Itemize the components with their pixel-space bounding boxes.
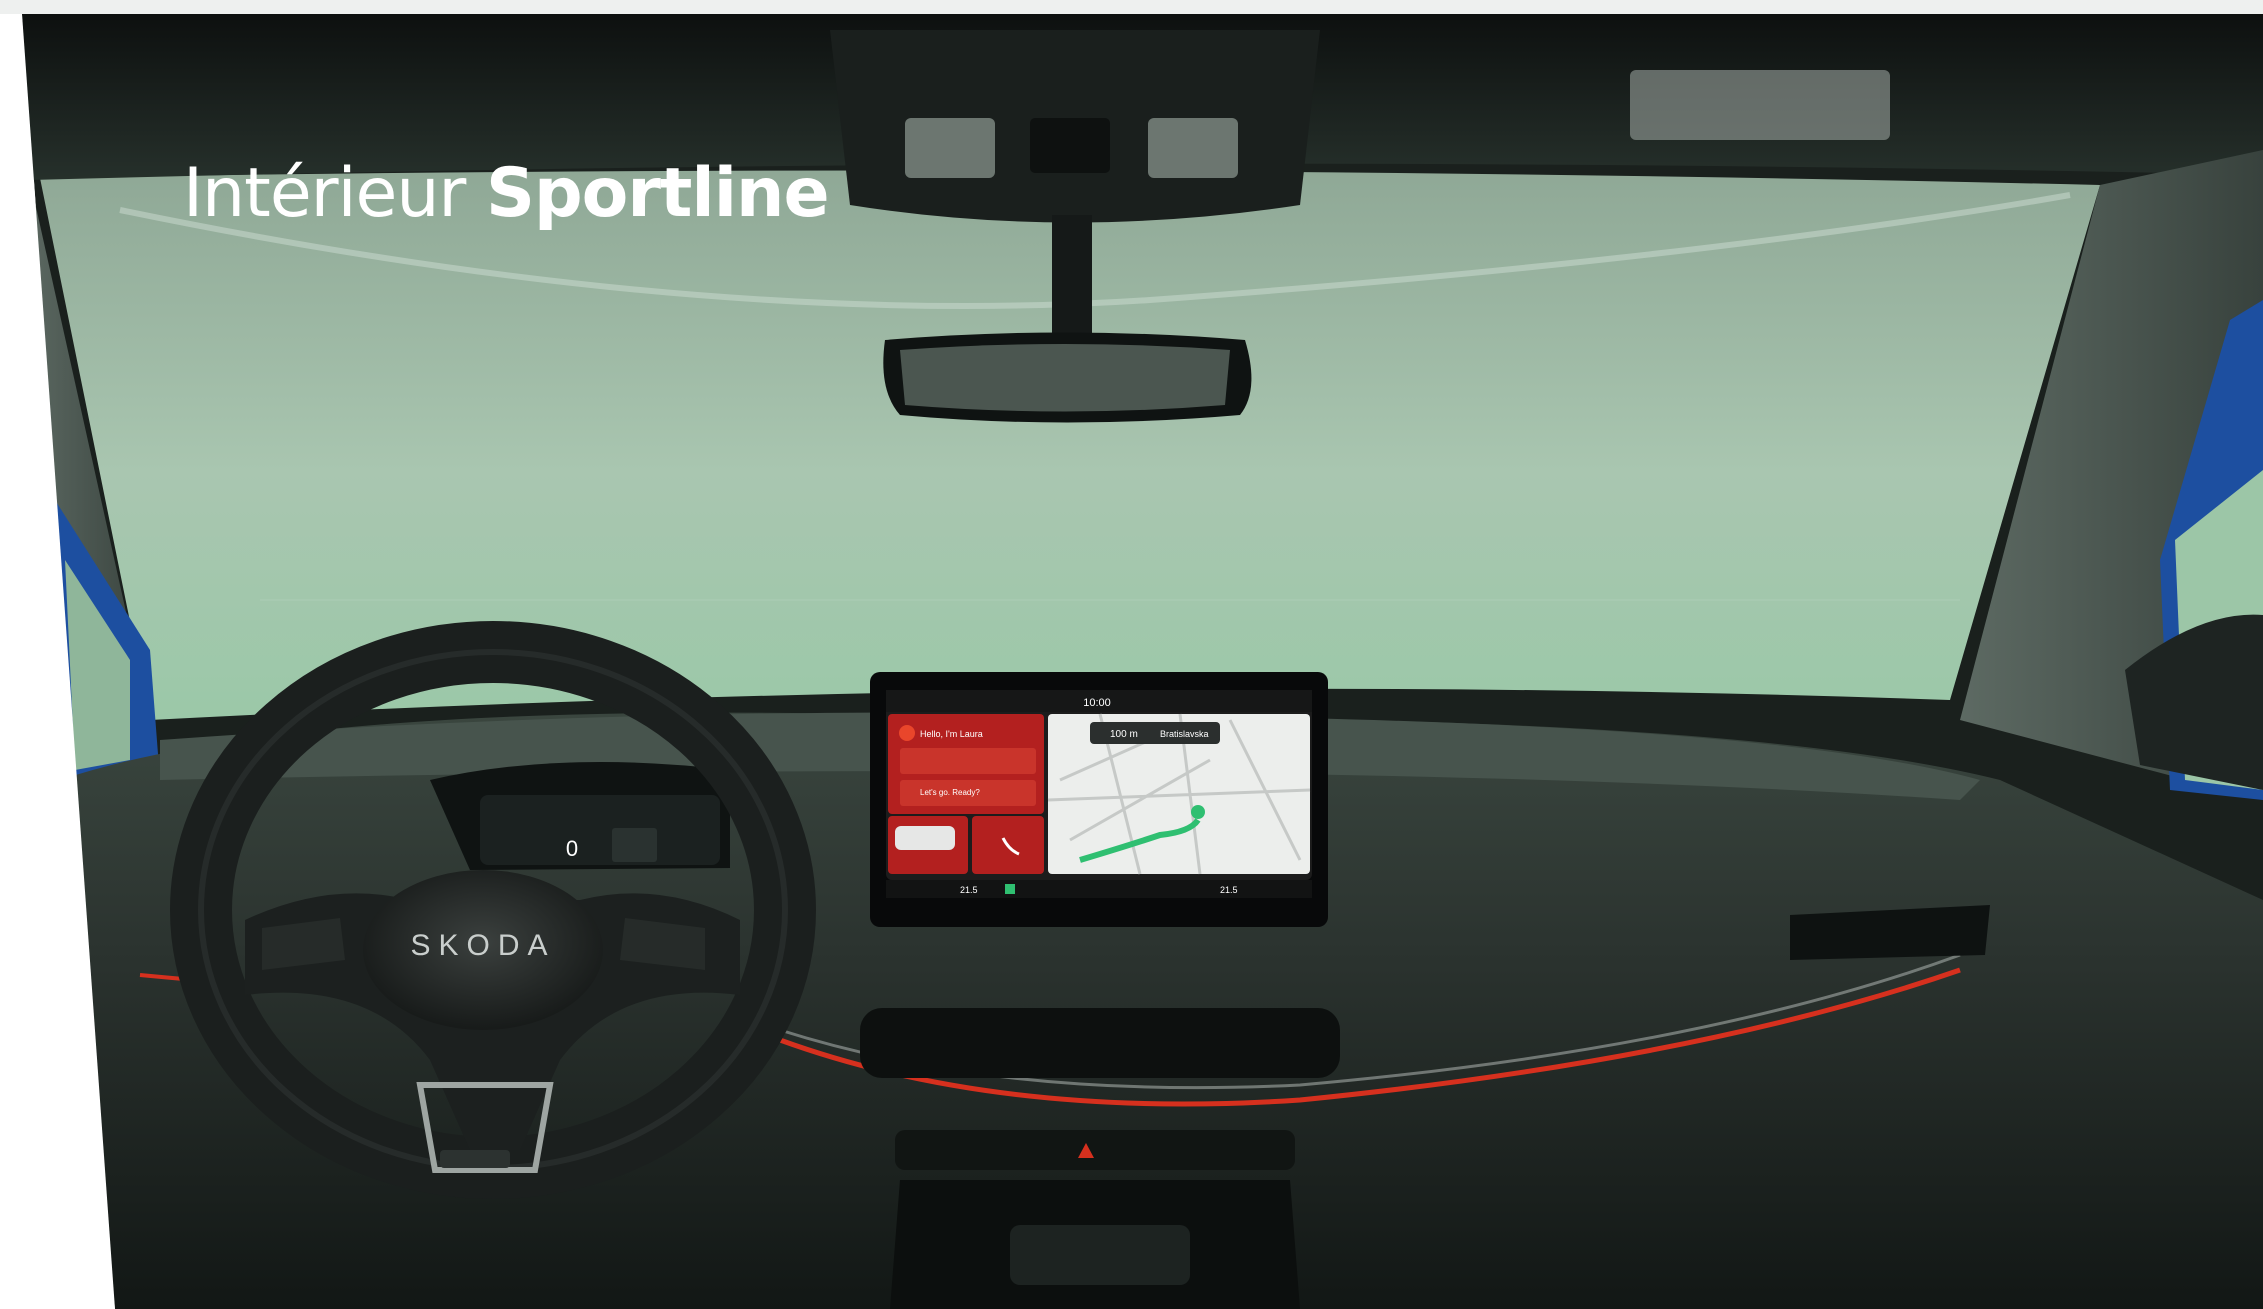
nav-distance: 100 m: [1110, 729, 1138, 740]
assistant-prompt[interactable]: Let's go. Ready?: [920, 788, 980, 797]
title-light: Intérieur: [183, 154, 466, 233]
page-title: Intérieur Sportline: [183, 160, 830, 228]
title-bold: Sportline: [486, 154, 830, 233]
temp-left[interactable]: 21.5: [960, 885, 978, 895]
steering-wheel-logo: SKODA: [410, 929, 555, 962]
assistant-greeting[interactable]: Hello, I'm Laura: [920, 729, 983, 739]
speedometer-value: 0: [566, 836, 578, 861]
screen-clock: 10:00: [1083, 697, 1111, 709]
temp-right[interactable]: 21.5: [1220, 885, 1238, 895]
nav-street: Bratislavska: [1160, 729, 1209, 739]
